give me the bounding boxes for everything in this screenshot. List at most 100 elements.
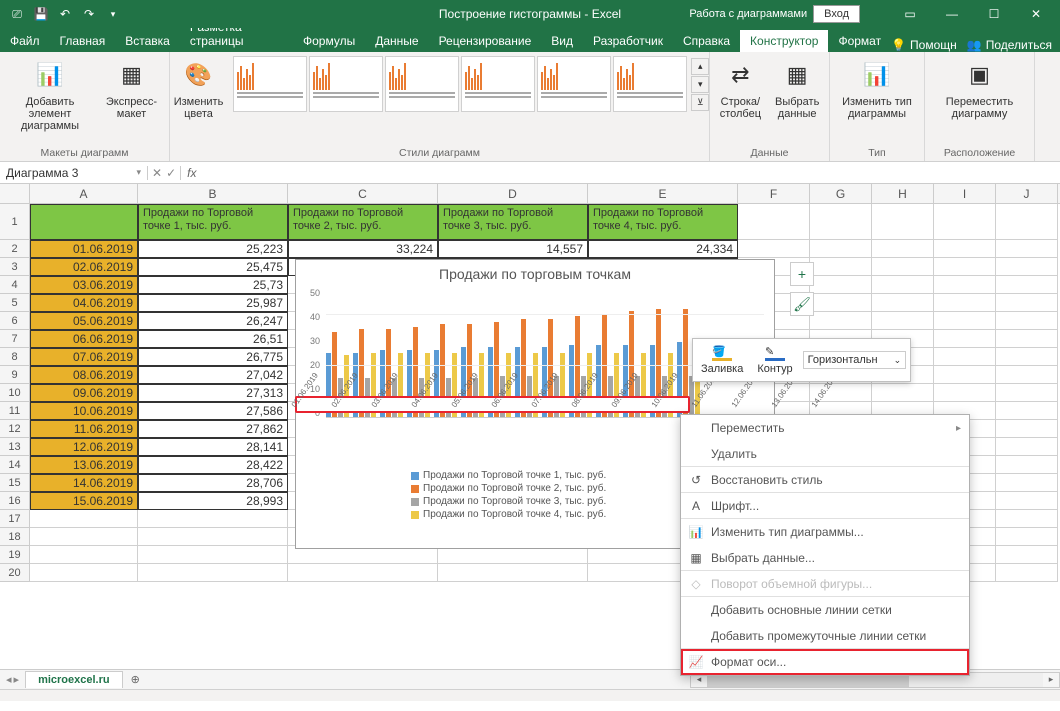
cell[interactable]: [996, 402, 1058, 420]
col-header[interactable]: A: [30, 184, 138, 203]
cell[interactable]: 28,993: [138, 492, 288, 510]
chart-style-thumb[interactable]: [613, 56, 687, 112]
sign-in-button[interactable]: Вход: [813, 5, 860, 23]
cell[interactable]: [996, 456, 1058, 474]
chevron-down-icon[interactable]: ▾: [136, 167, 141, 178]
cell[interactable]: [996, 258, 1058, 276]
cell[interactable]: [934, 258, 996, 276]
cell[interactable]: [810, 258, 872, 276]
cell[interactable]: [738, 204, 810, 240]
ctx-reset-style[interactable]: ↺Восстановить стиль: [681, 467, 969, 493]
cell[interactable]: 27,586: [138, 402, 288, 420]
chart-elements-plus-icon[interactable]: +: [790, 262, 814, 286]
save-icon[interactable]: 💾: [30, 3, 52, 25]
row-header[interactable]: 7: [0, 330, 30, 348]
row-header[interactable]: 12: [0, 420, 30, 438]
cell[interactable]: Продажи по Торговой точке 3, тыс. руб.: [438, 204, 588, 240]
ctx-change-chart-type[interactable]: 📊Изменить тип диаграммы...: [681, 519, 969, 545]
ctx-minor-gridlines[interactable]: Добавить промежуточные линии сетки: [681, 623, 969, 649]
axis-select-dropdown[interactable]: Горизонтальн⌄: [803, 351, 907, 369]
cell[interactable]: [934, 384, 996, 402]
cell[interactable]: [996, 564, 1058, 582]
change-colors-button[interactable]: 🎨Изменить цвета: [170, 56, 228, 122]
chart-style-thumb[interactable]: [537, 56, 611, 112]
row-header[interactable]: 16: [0, 492, 30, 510]
cell[interactable]: 11.06.2019: [30, 420, 138, 438]
cell[interactable]: 04.06.2019: [30, 294, 138, 312]
cell[interactable]: [810, 312, 872, 330]
cell[interactable]: 03.06.2019: [30, 276, 138, 294]
chart-title[interactable]: Продажи по торговым точкам: [296, 260, 774, 288]
row-header[interactable]: 1: [0, 204, 30, 240]
add-chart-element-button[interactable]: 📊Добавить элемент диаграммы: [6, 56, 94, 134]
tell-me-search[interactable]: 💡Помощн: [891, 38, 957, 52]
row-header[interactable]: 11: [0, 402, 30, 420]
ribbon-options-icon[interactable]: ▭: [890, 0, 930, 28]
cell[interactable]: [934, 330, 996, 348]
move-chart-button[interactable]: ▣Переместить диаграмму: [936, 56, 1024, 122]
col-header[interactable]: G: [810, 184, 872, 203]
undo-icon[interactable]: ↶: [54, 3, 76, 25]
row-header[interactable]: 6: [0, 312, 30, 330]
name-box[interactable]: Диаграмма 3▾: [0, 166, 148, 180]
cell[interactable]: 26,775: [138, 348, 288, 366]
cell[interactable]: 27,042: [138, 366, 288, 384]
cancel-input-icon[interactable]: ✕: [152, 166, 162, 180]
col-header[interactable]: E: [588, 184, 738, 203]
cell[interactable]: [934, 276, 996, 294]
row-header[interactable]: 8: [0, 348, 30, 366]
cell[interactable]: [872, 294, 934, 312]
cell[interactable]: [996, 420, 1058, 438]
cell[interactable]: [30, 510, 138, 528]
accept-input-icon[interactable]: ✓: [166, 166, 176, 180]
new-sheet-icon[interactable]: ⊕: [123, 673, 148, 686]
cell[interactable]: [288, 564, 438, 582]
gallery-up-icon[interactable]: ▴: [691, 58, 709, 75]
cell[interactable]: [810, 204, 872, 240]
cell[interactable]: 08.06.2019: [30, 366, 138, 384]
cell[interactable]: Продажи по Торговой точке 2, тыс. руб.: [288, 204, 438, 240]
col-header[interactable]: H: [872, 184, 934, 203]
cell[interactable]: [872, 312, 934, 330]
sheet-nav-prev-icon[interactable]: ◂: [6, 673, 12, 686]
cell[interactable]: 07.06.2019: [30, 348, 138, 366]
cell[interactable]: 06.06.2019: [30, 330, 138, 348]
cell[interactable]: [996, 204, 1058, 240]
cell[interactable]: 28,706: [138, 474, 288, 492]
fx-label[interactable]: fx: [181, 166, 202, 180]
cell[interactable]: [872, 204, 934, 240]
cell[interactable]: [996, 546, 1058, 564]
share-button[interactable]: 👥Поделиться: [967, 38, 1052, 52]
cell[interactable]: [996, 330, 1058, 348]
cell[interactable]: 27,862: [138, 420, 288, 438]
cell[interactable]: 15.06.2019: [30, 492, 138, 510]
ctx-move[interactable]: Переместить▸: [681, 415, 969, 441]
minimize-icon[interactable]: —: [932, 0, 972, 28]
tab-view[interactable]: Вид: [541, 30, 583, 52]
tab-review[interactable]: Рецензирование: [429, 30, 542, 52]
cell[interactable]: [996, 366, 1058, 384]
cell[interactable]: [738, 240, 810, 258]
col-header[interactable]: J: [996, 184, 1058, 203]
row-header[interactable]: 5: [0, 294, 30, 312]
cell[interactable]: [996, 276, 1058, 294]
chart-x-axis-highlighted[interactable]: 01.06.201902.06.201903.06.201904.06.2019…: [295, 396, 690, 413]
cell[interactable]: [138, 510, 288, 528]
tab-chart-format[interactable]: Формат: [828, 30, 891, 52]
fill-dropdown[interactable]: 🪣Заливка: [697, 343, 747, 377]
cell[interactable]: Продажи по Торговой точке 1, тыс. руб.: [138, 204, 288, 240]
cell[interactable]: [810, 294, 872, 312]
row-header[interactable]: 17: [0, 510, 30, 528]
cell[interactable]: 25,223: [138, 240, 288, 258]
gallery-down-icon[interactable]: ▾: [691, 76, 709, 93]
cell[interactable]: 05.06.2019: [30, 312, 138, 330]
cell[interactable]: [138, 546, 288, 564]
row-header[interactable]: 10: [0, 384, 30, 402]
cell[interactable]: 28,141: [138, 438, 288, 456]
cell[interactable]: 25,73: [138, 276, 288, 294]
cell[interactable]: [872, 240, 934, 258]
col-header[interactable]: I: [934, 184, 996, 203]
tab-help[interactable]: Справка: [673, 30, 740, 52]
chart-style-thumb[interactable]: [385, 56, 459, 112]
sheet-nav-next-icon[interactable]: ▸: [14, 673, 20, 686]
